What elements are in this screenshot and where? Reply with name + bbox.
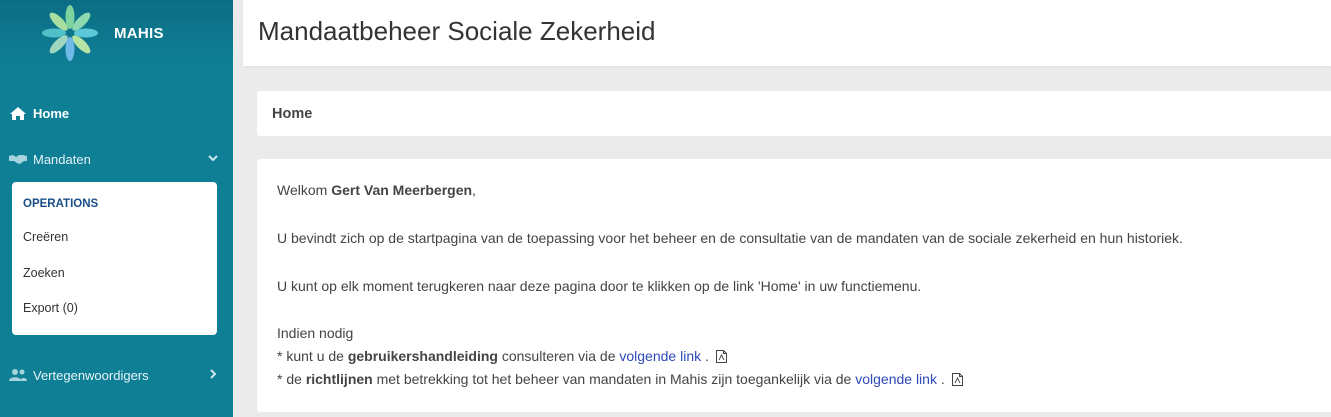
handshake-icon bbox=[9, 152, 27, 166]
guidelines-end: . bbox=[936, 371, 945, 387]
logo-icon bbox=[42, 5, 98, 61]
sidebar-item-home[interactable]: Home bbox=[0, 97, 233, 129]
home-icon bbox=[9, 106, 27, 120]
manual-mid: consulteren via de bbox=[497, 348, 620, 364]
manual-end: . bbox=[701, 348, 709, 364]
submenu-item-creeren[interactable]: Creëren bbox=[23, 230, 68, 244]
guidelines-prefix: * de bbox=[277, 371, 306, 387]
intro-paragraph: U bevindt zich op de startpagina van de … bbox=[277, 230, 1183, 246]
sidebar-item-label: Mandaten bbox=[33, 151, 91, 167]
operations-submenu: OPERATIONS Creëren Zoeken Export (0) bbox=[12, 182, 217, 335]
pdf-icon[interactable] bbox=[715, 350, 727, 363]
guidelines-link[interactable]: volgende link bbox=[855, 371, 937, 387]
chevron-down-icon[interactable] bbox=[207, 152, 219, 164]
home-hint-paragraph: U kunt op elk moment terugkeren naar dez… bbox=[277, 278, 922, 294]
welcome-line: Welkom Gert Van Meerbergen, bbox=[277, 182, 476, 198]
welcome-card: Welkom Gert Van Meerbergen, U bevindt zi… bbox=[257, 159, 1331, 412]
brand-name: MAHIS bbox=[114, 24, 164, 42]
submenu-item-zoeken[interactable]: Zoeken bbox=[23, 266, 65, 280]
users-icon bbox=[9, 368, 27, 382]
manual-prefix: * kunt u de bbox=[277, 348, 348, 364]
page-title: Mandaatbeheer Sociale Zekerheid bbox=[258, 16, 656, 46]
pdf-icon[interactable] bbox=[951, 373, 963, 386]
welcome-prefix: Welkom bbox=[277, 182, 328, 198]
indien-nodig-label: Indien nodig bbox=[277, 325, 354, 341]
sidebar: MAHIS Home Mandaten OPERATIONS Creëren Z… bbox=[0, 0, 233, 417]
sidebar-item-mandaten[interactable]: Mandaten bbox=[0, 143, 233, 175]
manual-link[interactable]: volgende link bbox=[619, 348, 701, 364]
submenu-header: OPERATIONS bbox=[23, 198, 99, 210]
user-name: Gert Van Meerbergen bbox=[331, 182, 473, 198]
guidelines-bold: richtlijnen bbox=[305, 371, 373, 387]
breadcrumb: Home bbox=[257, 91, 1331, 136]
chevron-right-icon[interactable] bbox=[207, 368, 219, 380]
guidelines-line: * de richtlijnen met betrekking tot het … bbox=[277, 371, 963, 387]
sidebar-item-vertegenwoordigers[interactable]: Vertegenwoordigers bbox=[0, 359, 233, 391]
manual-bold: gebruikershandleiding bbox=[347, 348, 498, 364]
welcome-suffix: , bbox=[472, 182, 476, 198]
page-header: Mandaatbeheer Sociale Zekerheid bbox=[243, 0, 1331, 66]
sidebar-item-label: Home bbox=[33, 105, 70, 121]
brand[interactable]: MAHIS bbox=[0, 0, 233, 66]
sidebar-item-label: Vertegenwoordigers bbox=[33, 367, 149, 383]
breadcrumb-home: Home bbox=[272, 106, 313, 122]
guidelines-mid: met betrekking tot het beheer van mandat… bbox=[372, 371, 856, 387]
submenu-item-export[interactable]: Export (0) bbox=[23, 301, 78, 315]
manual-line: * kunt u de gebruikershandleiding consul… bbox=[277, 348, 727, 364]
